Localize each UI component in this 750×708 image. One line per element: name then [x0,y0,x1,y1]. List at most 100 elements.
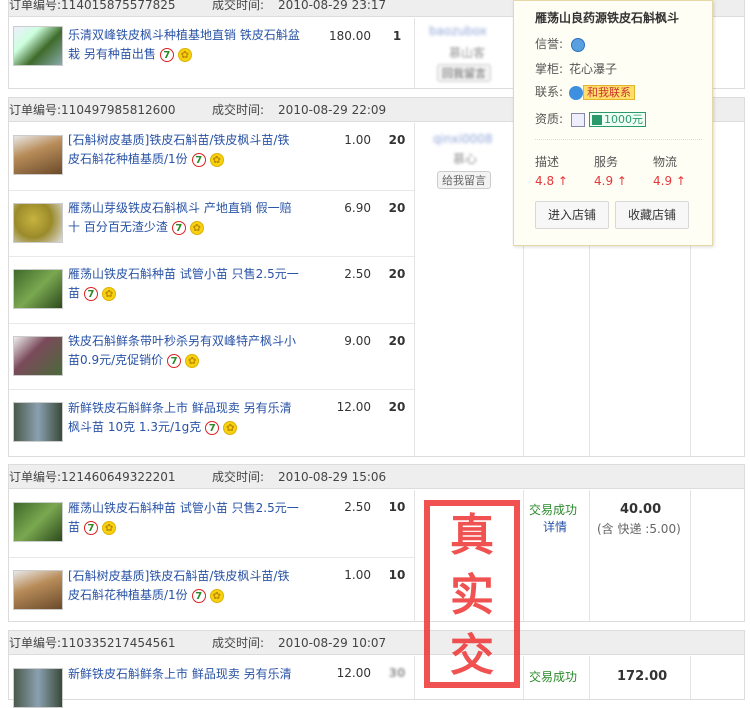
quantity: 20 [388,133,406,147]
divider [690,656,691,699]
score-value: 4.9 [594,174,614,188]
gold-seller-icon: ✿ [189,220,204,235]
product-thumbnail[interactable] [13,570,63,610]
seven-day-return-icon: 7 [84,286,99,301]
product-thumbnail[interactable] [13,26,63,66]
product-thumbnail[interactable] [13,269,63,309]
favorite-shop-button[interactable]: 收藏店铺 [615,201,689,229]
gold-seller-icon: ✿ [209,588,224,603]
order-no: 110497985812600 [61,103,176,117]
order-no: 121460649322201 [61,470,176,484]
divider [414,656,415,699]
order-no-label: 订单编号: [9,0,62,12]
product-thumbnail[interactable] [13,203,63,243]
gold-seller-icon: ✿ [177,47,192,62]
buyer-name[interactable]: baozubox [429,24,487,38]
order-item: 乐清双峰铁皮枫斗种植基地直销 铁皮石斛盆栽 另有种苗出售 7 ✿ 180.00 1 [9,18,414,90]
product-thumbnail[interactable] [13,502,63,542]
deposit-badge: 1000元 [589,112,647,127]
order-item: 铁皮石斛鲜条带叶秒杀另有双峰特产枫斗小苗0.9元/克促销价 7 ✿ 9.00 20 [9,323,414,389]
deposit-amount: 1000元 [604,113,644,126]
buyer-sub: 慕山客 [449,46,486,60]
enter-shop-button[interactable]: 进入店铺 [535,201,609,229]
keeper-label: 掌柜: [535,62,564,76]
order-no-label: 订单编号: [9,470,62,484]
deal-time: 2010-08-29 22:09 [278,103,387,117]
product-title-link[interactable]: 新鲜铁皮石斛鲜条上市 鲜品现卖 另有乐清枫斗苗 10克 1.3元/1g克 [68,401,292,434]
deal-time: 2010-08-29 10:07 [278,636,387,650]
seven-day-return-icon: 7 [205,420,220,435]
deal-time-label: 成交时间: [212,470,265,484]
product-thumbnail[interactable] [13,336,63,376]
product-title-link[interactable]: [石斛树皮基质]铁皮石斛苗/铁皮枫斗苗/铁皮石斛花种植基质/1份 [68,133,289,166]
divider [523,656,524,699]
deal-time: 2010-08-29 23:17 [278,0,387,12]
order-no-label: 订单编号: [9,103,62,117]
divider [589,656,590,699]
product-title-link[interactable]: 新鲜铁皮石斛鲜条上市 鲜品现卖 另有乐清 [68,667,292,681]
order-header: 订单编号:110335217454561 成交时间: 2010-08-29 10:… [9,631,744,655]
credit-label: 信誉: [535,37,564,51]
divider [690,490,691,621]
quantity: 20 [388,201,406,215]
divider [414,123,415,456]
credit-badge-icon [571,37,586,52]
unit-price: 12.00 [336,400,371,414]
gold-seller-icon: ✿ [223,420,238,435]
score-value: 4.9 [653,174,673,188]
quantity: 20 [388,334,406,348]
divider [414,18,415,88]
buyer-name[interactable]: qinxi0008 [433,132,493,146]
detail-link[interactable]: 详情 [543,518,567,535]
gold-seller-icon: ✿ [102,520,117,535]
contact-button[interactable]: 和我联系 [583,85,636,100]
order-block: 订单编号:121460649322201 成交时间: 2010-08-29 15:… [8,464,745,622]
product-title-link[interactable]: [石斛树皮基质]铁皮石斛苗/铁皮枫斗苗/铁皮石斛花种植基质/1份 [68,569,289,602]
shipping-fee: (含 快递 :5.00) [597,522,681,536]
product-thumbnail[interactable] [13,402,63,442]
divider [523,490,524,621]
product-thumbnail[interactable] [13,668,63,708]
quantity: 20 [388,267,406,281]
order-item: 新鲜铁皮石斛鲜条上市 鲜品现卖 另有乐清枫斗苗 10克 1.3元/1g克 7 ✿ 1… [9,389,414,457]
deal-time-label: 成交时间: [212,103,265,117]
arrow-up-icon: ↑ [557,174,568,188]
keeper-name[interactable]: 花心瀑子 [569,62,617,76]
quantity: 20 [388,400,406,414]
order-total: 40.00 [620,502,662,517]
deal-time: 2010-08-29 15:06 [278,470,387,484]
gold-seller-icon: ✿ [185,353,200,368]
order-item: 雁荡山铁皮石斛种苗 试管小苗 只售2.5元一苗 7 ✿ 2.50 20 [9,256,414,323]
unit-price: 2.50 [344,267,371,281]
seven-day-return-icon: 7 [191,152,206,167]
trade-status: 交易成功 [529,670,578,684]
score-label: 物流 [653,155,678,169]
deposit-icon [592,115,603,125]
leave-message-button[interactable]: 给我留言 [437,171,491,189]
score-label: 服务 [594,155,619,169]
order-item: [石斛树皮基质]铁皮石斛苗/铁皮枫斗苗/铁皮石斛花种植基质/1份 7 ✿ 1.00 … [9,557,414,623]
leave-message-button[interactable]: 回我留言 [437,64,491,82]
divider [589,490,590,621]
unit-price: 2.50 [344,500,371,514]
order-no-label: 订单编号: [9,636,62,650]
quantity: 1 [392,29,402,43]
order-item: 雁荡山芽级铁皮石斛枫斗 产地直销 假一赔十 百分百无渣少渣 7 ✿ 6.90 20 [9,190,414,256]
score-label: 描述 [535,155,560,169]
product-title-link[interactable]: 铁皮石斛鲜条带叶秒杀另有双峰特产枫斗小苗0.9元/克促销价 [68,334,296,367]
shop-info-popup: 雁荡山良药源铁皮石斛枫斗 信誉: 掌柜: 花心瀑子 联系: 和我联系 资质: 1000… [513,0,713,246]
quantity: 10 [388,500,406,514]
seven-day-return-icon: 7 [167,353,182,368]
order-block: 订单编号:110335217454561 成交时间: 2010-08-29 10:… [8,630,745,708]
score-value: 4.8 [535,174,555,188]
product-thumbnail[interactable] [13,135,63,175]
score-description: 描述 4.8 ↑ [535,153,568,188]
quantity: 10 [388,568,406,582]
unit-price: 1.00 [344,133,371,147]
shop-name[interactable]: 雁荡山良药源铁皮石斛枫斗 [535,9,679,26]
unit-price: 6.90 [344,201,371,215]
order-item: 新鲜铁皮石斛鲜条上市 鲜品现卖 另有乐清 12.00 30 [9,656,414,708]
order-item: [石斛树皮基质]铁皮石斛苗/铁皮枫斗苗/铁皮石斛花种植基质/1份 7 ✿ 1.00 … [9,123,414,190]
order-no: 110335217454561 [61,636,176,650]
unit-price: 1.00 [344,568,371,582]
